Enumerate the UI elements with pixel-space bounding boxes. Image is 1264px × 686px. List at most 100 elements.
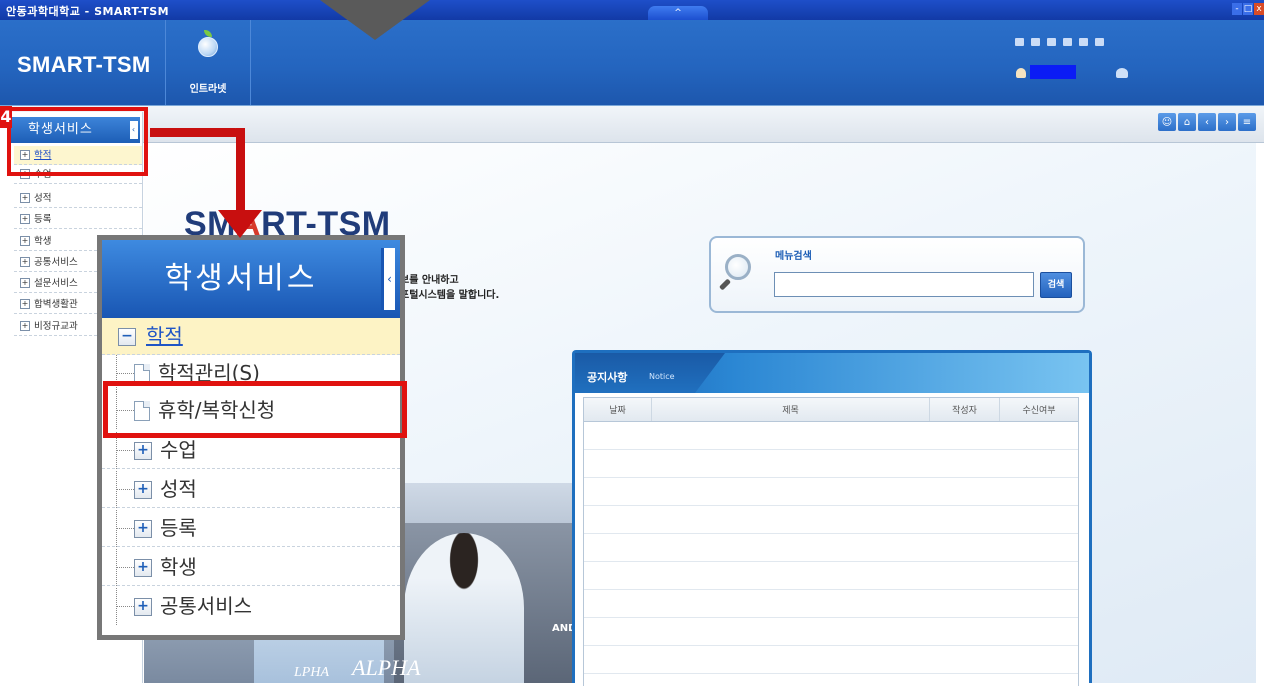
photo-book-text: LPHA xyxy=(294,665,329,680)
expand-icon[interactable]: + xyxy=(20,257,30,267)
list-icon[interactable] xyxy=(1031,38,1040,46)
sidebar-item-deungrok[interactable]: + 등록 xyxy=(14,210,142,229)
expand-icon[interactable]: + xyxy=(20,321,30,331)
notice-table-header: 날짜 제목 작성자 수신여부 xyxy=(584,398,1078,422)
header-toolbar xyxy=(1015,38,1104,46)
home-icon[interactable]: ⌂ xyxy=(1178,113,1196,131)
people-icon[interactable]: ☺ xyxy=(1158,113,1176,131)
nav-icon-group: ☺ ⌂ ‹ › ≡ xyxy=(1158,113,1256,131)
zoom-collapse-icon[interactable]: ‹ xyxy=(381,248,395,310)
expand-icon[interactable]: + xyxy=(20,299,30,309)
zoom-item-seongjeok[interactable]: + 성적 xyxy=(102,471,400,508)
table-row[interactable] xyxy=(584,646,1078,674)
zoom-item-label: 공통서비스 xyxy=(160,594,252,618)
zoom-item-hakjeok[interactable]: − 학적 xyxy=(102,318,400,355)
magnifier-icon xyxy=(725,254,751,280)
menu-search-input[interactable] xyxy=(774,272,1034,297)
table-row[interactable] xyxy=(584,590,1078,618)
menu-search-label: 메뉴검색 xyxy=(775,251,812,262)
search-button[interactable]: 검색 xyxy=(1040,272,1072,298)
step-number-badge: 4 xyxy=(0,106,12,128)
window-controls: - □ x xyxy=(1232,3,1264,15)
header-divider xyxy=(165,20,166,105)
highlight-box-sidebar xyxy=(7,107,148,176)
zoom-item-label: 학생 xyxy=(160,555,197,579)
expand-icon[interactable]: + xyxy=(134,520,152,538)
window-titlebar: 안동과학대학교 - SMART-TSM ^ - □ x xyxy=(0,0,1264,20)
table-row[interactable] xyxy=(584,450,1078,478)
callout-arrow xyxy=(236,128,245,214)
list-icon[interactable]: ≡ xyxy=(1238,113,1256,131)
table-row[interactable] xyxy=(584,422,1078,450)
user-settings-icon[interactable] xyxy=(1116,68,1128,78)
intranet-link[interactable]: 인트라넷 xyxy=(183,30,233,95)
globe-icon xyxy=(196,30,220,60)
content-navbar xyxy=(0,105,1264,143)
close-button[interactable]: x xyxy=(1254,3,1264,15)
photo-book-text: ALPHA xyxy=(352,655,421,680)
columns-icon[interactable] xyxy=(1047,38,1056,46)
column-read-status[interactable]: 수신여부 xyxy=(1000,398,1078,421)
window-title: 안동과학대학교 - SMART-TSM xyxy=(6,5,170,18)
sidebar-item-label: 공통서비스 xyxy=(34,257,78,268)
prev-icon[interactable]: ‹ xyxy=(1198,113,1216,131)
menu-search-box: 메뉴검색 검색 xyxy=(709,236,1085,313)
expand-icon[interactable]: + xyxy=(20,193,30,203)
sidebar-item-label: 학생 xyxy=(34,236,52,247)
notice-title: 공지사항 xyxy=(587,371,628,384)
zoom-item-label: 등록 xyxy=(160,516,197,540)
table-row[interactable] xyxy=(584,506,1078,534)
magnifier-handle-icon xyxy=(718,278,732,291)
window-icon[interactable] xyxy=(1079,38,1088,46)
zoom-menu-header[interactable]: 학생서비스 ‹ xyxy=(102,240,400,318)
notice-panel: 공지사항 Notice 날짜 제목 작성자 수신여부 xyxy=(572,350,1092,686)
sidebar-item-label: 비정규교과 xyxy=(34,321,78,332)
table-row[interactable] xyxy=(584,618,1078,646)
expand-icon[interactable]: + xyxy=(134,598,152,616)
user-icon xyxy=(1016,68,1026,78)
expand-icon[interactable]: + xyxy=(134,481,152,499)
sidebar-item-seongjeok[interactable]: + 성적 xyxy=(14,189,142,208)
sidebar-item-label: 성적 xyxy=(34,193,52,204)
intro-text: 보를 안내하고 xyxy=(400,275,459,286)
expand-icon[interactable]: + xyxy=(20,214,30,224)
table-row[interactable] xyxy=(584,534,1078,562)
zoom-item-label: 학적 xyxy=(146,324,183,348)
column-author[interactable]: 작성자 xyxy=(930,398,1000,421)
callout-arrow xyxy=(150,128,244,137)
intro-text: 포털시스템을 말합니다. xyxy=(400,290,500,301)
sidebar-item-label: 등록 xyxy=(34,214,52,225)
table-row[interactable] xyxy=(584,478,1078,506)
expand-icon[interactable]: + xyxy=(20,278,30,288)
highlight-box-leave-request xyxy=(103,381,407,438)
sidebar-item-label: 설문서비스 xyxy=(34,278,78,289)
expand-icon[interactable]: + xyxy=(20,236,30,246)
app-header: SMART-TSM 인트라넷 xyxy=(0,20,1264,105)
collapse-icon[interactable]: − xyxy=(118,328,136,346)
collapse-header-button[interactable]: ^ xyxy=(648,6,708,20)
grid-icon[interactable] xyxy=(1015,38,1024,46)
column-date[interactable]: 날짜 xyxy=(584,398,652,421)
notice-subtitle: Notice xyxy=(649,372,675,381)
photo-student xyxy=(404,533,524,683)
restore-button[interactable]: □ xyxy=(1243,3,1253,15)
notice-table: 날짜 제목 작성자 수신여부 xyxy=(583,397,1079,686)
zoom-item-label: 성적 xyxy=(160,477,197,501)
user-name-redacted xyxy=(1030,65,1076,79)
minimize-button[interactable]: - xyxy=(1232,3,1242,15)
column-title[interactable]: 제목 xyxy=(652,398,930,421)
brand-logo[interactable]: SMART-TSM xyxy=(17,52,150,78)
zoom-item-haksaeng[interactable]: + 학생 xyxy=(102,549,400,586)
refresh-icon[interactable] xyxy=(1095,38,1104,46)
expand-icon[interactable]: + xyxy=(134,442,152,460)
zoom-item-common-service[interactable]: + 공통서비스 xyxy=(102,588,400,625)
zoom-item-deungrok[interactable]: + 등록 xyxy=(102,510,400,547)
print-icon[interactable] xyxy=(1063,38,1072,46)
header-divider xyxy=(250,20,251,105)
expand-icon[interactable]: + xyxy=(134,559,152,577)
table-row[interactable] xyxy=(584,562,1078,590)
intranet-label: 인트라넷 xyxy=(189,84,227,95)
next-icon[interactable]: › xyxy=(1218,113,1236,131)
down-arrow-indicator xyxy=(320,0,430,40)
callout-arrowhead xyxy=(218,210,262,238)
